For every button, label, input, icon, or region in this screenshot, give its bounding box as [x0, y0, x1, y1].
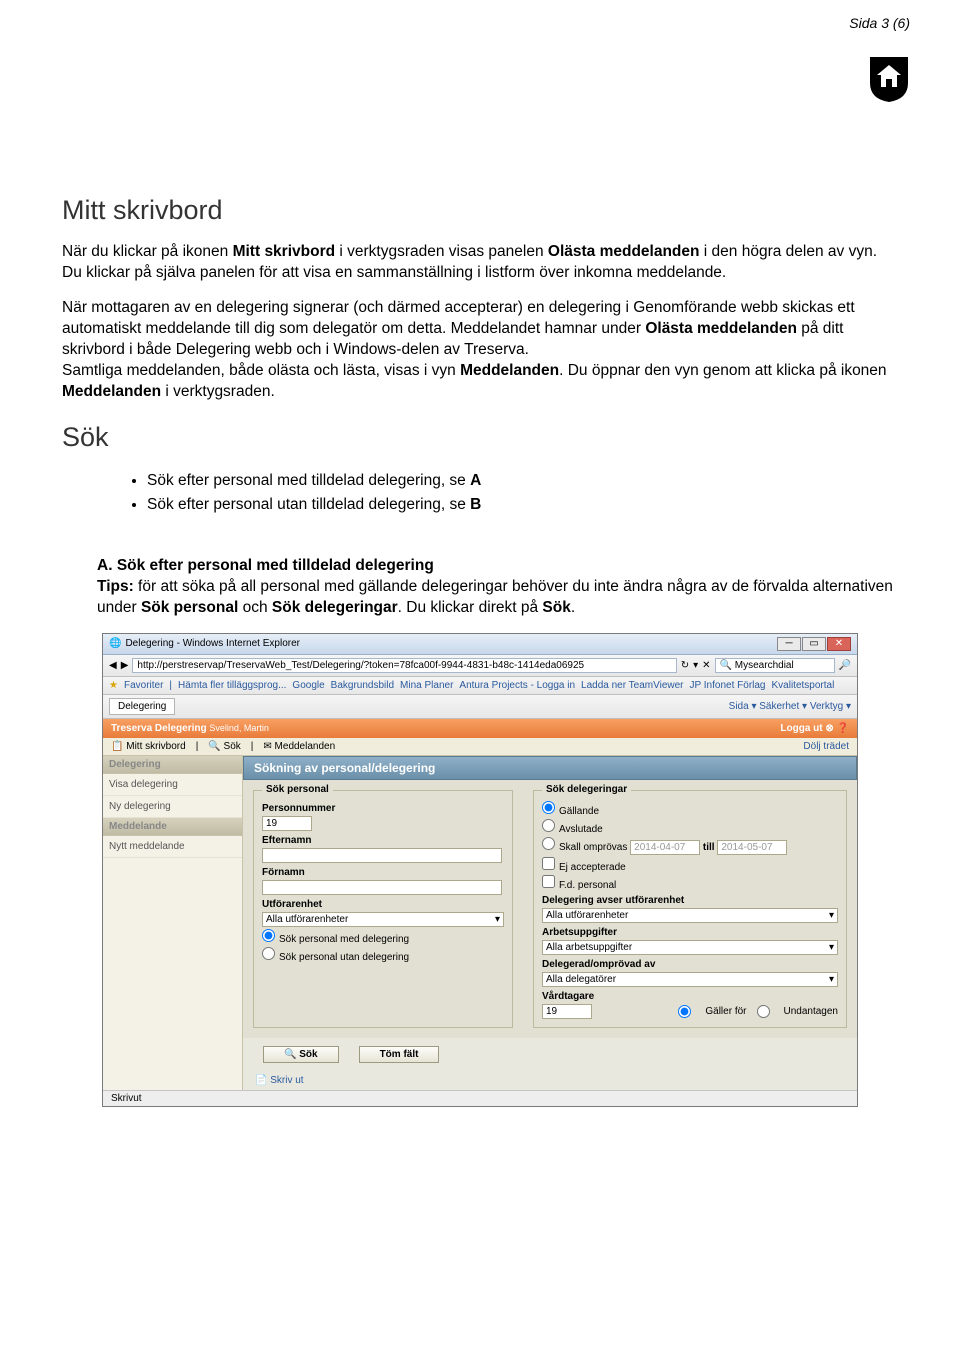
search-go-icon[interactable]: 🔎: [839, 660, 851, 671]
radio-avslutade[interactable]: [542, 819, 555, 832]
fav-item[interactable]: Bakgrundsbild: [331, 680, 394, 691]
heading-sok: Sök: [62, 422, 898, 453]
radio-med-delegering[interactable]: [262, 929, 275, 942]
input-date-to[interactable]: [717, 840, 787, 855]
forward-icon[interactable]: ▶: [121, 660, 129, 671]
label-arbetsuppgifter: Arbetsuppgifter: [542, 927, 838, 938]
logout-link[interactable]: Logga ut: [780, 723, 822, 734]
fav-item[interactable]: Kvalitetsportal: [772, 680, 835, 691]
app-header: Treserva Delegering Svelind, Martin Logg…: [103, 719, 857, 738]
label-del-avser: Delegering avser utförarenhet: [542, 895, 838, 906]
back-icon[interactable]: ◀: [109, 660, 117, 671]
label-vardtagare: Vårdtagare: [542, 991, 838, 1002]
legend-sok-personal: Sök personal: [262, 784, 333, 795]
fieldset-sok-delegeringar: Sök delegeringar Gällande Avslutade Skal…: [533, 790, 847, 1028]
radio-galler-for[interactable]: [678, 1005, 691, 1018]
toolbar-meddelanden[interactable]: ✉ Meddelanden: [263, 741, 335, 752]
embedded-screenshot: 🌐 Delegering - Windows Internet Explorer…: [102, 633, 858, 1107]
fav-item[interactable]: Mina Planer: [400, 680, 453, 691]
select-del-avser[interactable]: Alla utförarenheter▾: [542, 908, 838, 923]
label-personnummer: Personnummer: [262, 803, 504, 814]
sidebar-item-visa[interactable]: Visa delegering: [103, 774, 242, 796]
sidebar: Delegering Visa delegering Ny delegering…: [103, 756, 243, 1090]
main-panel: Sökning av personal/delegering Sök perso…: [243, 756, 857, 1090]
toolbar-mitt-skrivbord[interactable]: 📋 Mitt skrivbord: [111, 741, 186, 752]
bullet-b: Sök efter personal utan tilldelad delege…: [147, 493, 898, 516]
window-title: Delegering - Windows Internet Explorer: [125, 638, 300, 649]
input-date-from[interactable]: [630, 840, 700, 855]
input-personnummer[interactable]: [262, 816, 312, 831]
bullet-a: Sök efter personal med tilldelad deleger…: [147, 469, 898, 492]
favorites-bar: ★ Favoriter | Hämta fler tilläggsprog...…: [103, 677, 857, 695]
close-button[interactable]: ✕: [827, 637, 851, 651]
tab-bar: Delegering Sida ▾ Säkerhet ▾ Verktyg ▾: [103, 695, 857, 719]
select-arbetsuppgifter[interactable]: Alla arbetsuppgifter▾: [542, 940, 838, 955]
tom-falt-button[interactable]: Töm fält: [359, 1046, 440, 1063]
search-input[interactable]: 🔍 Mysearchdial: [715, 658, 835, 673]
window-titlebar: 🌐 Delegering - Windows Internet Explorer…: [103, 634, 857, 655]
page-tools[interactable]: Sida ▾ Säkerhet ▾ Verktyg ▾: [729, 701, 851, 712]
hide-tree-link[interactable]: Dölj trädet: [803, 741, 849, 752]
ie-icon: 🌐: [109, 638, 121, 649]
favorites-label: Favoriter: [124, 680, 163, 691]
select-delegerad-av[interactable]: Alla delegatörer▾: [542, 972, 838, 987]
fav-item[interactable]: JP Infonet Förlag: [690, 680, 766, 691]
radio-undantagen[interactable]: [757, 1005, 770, 1018]
sidebar-header-meddelande: Meddelande: [103, 818, 242, 836]
sidebar-header-delegering: Delegering: [103, 756, 242, 774]
input-efternamn[interactable]: [262, 848, 502, 863]
tab-delegering[interactable]: Delegering: [109, 698, 175, 715]
fav-item[interactable]: Antura Projects - Logga in: [459, 680, 575, 691]
input-vardtagare[interactable]: [542, 1004, 592, 1019]
paragraph-1: När du klickar på ikonen Mitt skrivbord …: [62, 242, 898, 284]
section-a-heading: Sök efter personal med tilldelad deleger…: [117, 557, 434, 574]
sok-button[interactable]: 🔍 Sök: [263, 1046, 339, 1063]
fav-item[interactable]: Google: [292, 680, 324, 691]
section-a: A. Sök efter personal med tilldelad dele…: [97, 556, 898, 619]
toolbar: 📋 Mitt skrivbord | 🔍 Sök | ✉ Meddelanden…: [103, 738, 857, 756]
radio-gallande[interactable]: [542, 801, 555, 814]
address-bar: ◀ ▶ http://perstreservap/TreservaWeb_Tes…: [103, 655, 857, 677]
paragraph-2: När mottagaren av en delegering signerar…: [62, 298, 898, 403]
fav-item[interactable]: Ladda ner TeamViewer: [581, 680, 683, 691]
page-number: Sida 3 (6): [849, 15, 910, 31]
maximize-button[interactable]: ▭: [802, 637, 826, 651]
print-link[interactable]: 📄 Skriv ut: [243, 1071, 857, 1090]
fieldset-sok-personal: Sök personal Personnummer Efternamn Förn…: [253, 790, 513, 1028]
fav-item[interactable]: Hämta fler tilläggsprog...: [178, 680, 286, 691]
shield-logo: [868, 55, 910, 108]
bullet-list: Sök efter personal med tilldelad deleger…: [147, 469, 898, 516]
label-delegerad-av: Delegerad/omprövad av: [542, 959, 838, 970]
label-fornamn: Förnamn: [262, 867, 504, 878]
legend-sok-delegeringar: Sök delegeringar: [542, 784, 631, 795]
label-utforarenhet: Utförarenhet: [262, 899, 504, 910]
minimize-button[interactable]: ─: [777, 637, 801, 651]
select-utforarenhet[interactable]: Alla utförarenheter▾: [262, 912, 504, 927]
refresh-icon[interactable]: ↻: [681, 660, 689, 671]
status-bar: Skrivut: [103, 1090, 857, 1106]
sidebar-item-nytt[interactable]: Nytt meddelande: [103, 836, 242, 858]
radio-utan-delegering[interactable]: [262, 947, 275, 960]
checkbox-fd-personal[interactable]: [542, 875, 555, 888]
url-input[interactable]: http://perstreservap/TreservaWeb_Test/De…: [132, 658, 676, 673]
input-fornamn[interactable]: [262, 880, 502, 895]
label-efternamn: Efternamn: [262, 835, 504, 846]
sidebar-item-ny[interactable]: Ny delegering: [103, 796, 242, 818]
heading-mitt-skrivbord: Mitt skrivbord: [62, 195, 898, 226]
toolbar-sok[interactable]: 🔍 Sök: [208, 741, 240, 752]
checkbox-ej-accepterade[interactable]: [542, 857, 555, 870]
panel-title: Sökning av personal/delegering: [243, 756, 857, 780]
radio-skall-omprovas[interactable]: [542, 837, 555, 850]
